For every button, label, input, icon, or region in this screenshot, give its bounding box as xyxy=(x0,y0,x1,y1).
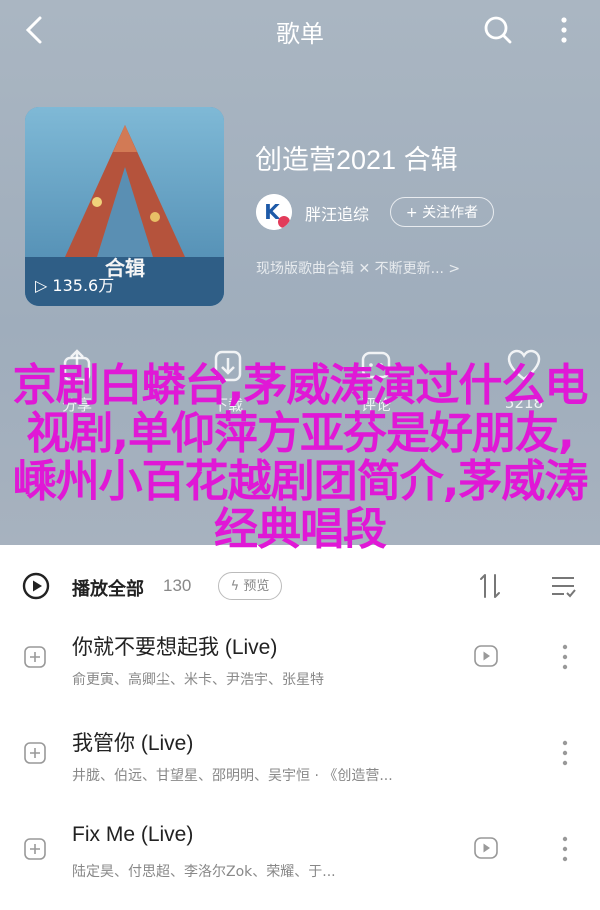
song-artists: 井胧、伯远、甘望星、邵明明、吴宇恒 · 《创造营... xyxy=(72,768,393,784)
multi-select-icon[interactable] xyxy=(549,572,577,600)
play-icon: ▷ xyxy=(35,276,48,295)
album-title: 创造营2021 合辑 xyxy=(255,145,458,175)
video-play-icon[interactable] xyxy=(474,644,498,668)
search-icon[interactable] xyxy=(482,14,514,46)
song-more-icon[interactable] xyxy=(560,834,570,864)
play-circle-icon[interactable] xyxy=(22,572,50,600)
song-more-icon[interactable] xyxy=(560,642,570,672)
song-list-panel: 播放全部 130 ϟ 预览 你就不要想起我 (Live) 俞更寅、高卿尘、米卡、… xyxy=(0,547,600,910)
song-artists: 陆定昊、付思超、李洛尔Zok、荣耀、于... xyxy=(72,864,336,880)
song-more-icon[interactable] xyxy=(560,738,570,768)
top-nav: 歌单 xyxy=(0,0,600,60)
overlay-headline: 京剧白蟒台,茅威涛演过什么电视剧,单仰萍方亚芬是好朋友,嵊州小百花越剧团简介,茅… xyxy=(12,360,589,555)
preview-label: 预览 xyxy=(243,579,270,594)
song-title[interactable]: Fix Me (Live) xyxy=(72,823,193,847)
song-row[interactable]: 你就不要想起我 (Live) 俞更寅、高卿尘、米卡、尹浩宇、张星特 xyxy=(0,609,600,705)
add-song-icon[interactable] xyxy=(24,742,46,764)
add-song-icon[interactable] xyxy=(24,646,46,668)
song-row[interactable]: 我管你 (Live) 井胧、伯远、甘望星、邵明明、吴宇恒 · 《创造营... xyxy=(0,705,600,801)
more-options-icon[interactable] xyxy=(548,14,580,46)
song-row[interactable]: Fix Me (Live) 陆定昊、付思超、李洛尔Zok、荣耀、于... xyxy=(0,801,600,897)
album-description[interactable]: 现场版歌曲合辑 ✕ 不断更新... > xyxy=(256,258,460,278)
sort-icon[interactable] xyxy=(478,571,502,601)
album-cover[interactable]: 合辑 ▷ 135.6万 xyxy=(25,107,224,306)
playlist-page: 歌单 合辑 ▷ 135.6万 创造营2021 合辑 K 胖汪追综 + 关注作者 … xyxy=(0,0,600,910)
song-title[interactable]: 你就不要想起我 (Live) xyxy=(72,631,277,661)
song-count: 130 xyxy=(163,576,192,595)
follow-button[interactable]: + 关注作者 xyxy=(390,197,494,227)
song-artists: 俞更寅、高卿尘、米卡、尹浩宇、张星特 xyxy=(72,672,324,688)
add-song-icon[interactable] xyxy=(24,838,46,860)
play-all-label[interactable]: 播放全部 xyxy=(72,575,144,601)
play-count-value: 135.6万 xyxy=(52,276,115,295)
song-title[interactable]: 我管你 (Live) xyxy=(72,727,193,757)
play-count: ▷ 135.6万 xyxy=(35,272,114,296)
lightning-icon: ϟ xyxy=(230,579,240,594)
creator-avatar[interactable]: K xyxy=(256,194,292,230)
preview-button[interactable]: ϟ 预览 xyxy=(218,572,282,600)
video-play-icon[interactable] xyxy=(474,836,498,860)
creator-name[interactable]: 胖汪追综 xyxy=(305,201,369,225)
